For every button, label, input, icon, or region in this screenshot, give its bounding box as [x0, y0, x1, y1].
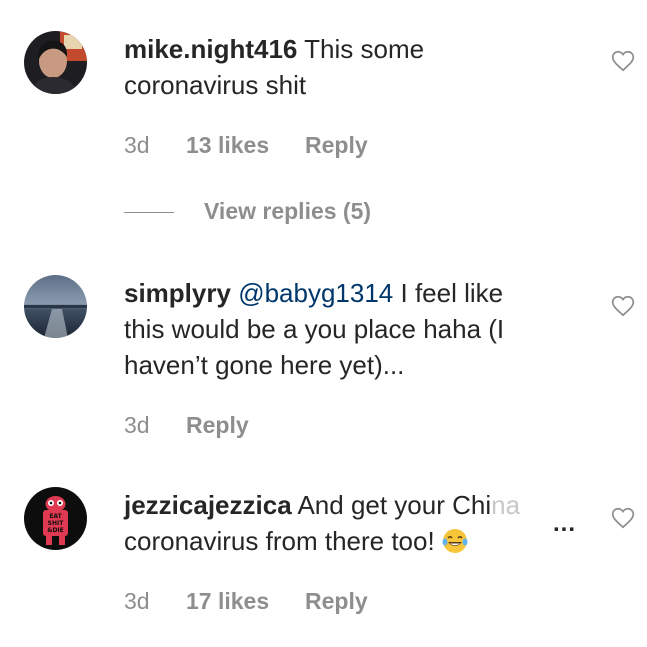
svg-text:&DIE: &DIE	[47, 527, 64, 534]
comment-body-cont: coronavirus from there too!	[124, 526, 435, 556]
comment-meta: 3d Reply	[124, 412, 249, 439]
timestamp: 3d	[124, 588, 150, 614]
comment-text: simplyry @babyg1314 I feel like this wou…	[124, 275, 574, 383]
svg-text:SHIT: SHIT	[48, 520, 65, 527]
svg-text:EAT: EAT	[49, 513, 62, 520]
view-replies-button[interactable]: View replies (5)	[124, 198, 371, 225]
timestamp: 3d	[124, 132, 150, 158]
comment-body: This some	[304, 34, 425, 64]
avatar[interactable]	[24, 31, 87, 94]
comment-body: I feel like	[400, 278, 504, 308]
mention-link[interactable]: @babyg1314	[238, 278, 393, 308]
username[interactable]: jezzicajezzica	[124, 490, 292, 520]
comment-body-cont: coronavirus shit	[124, 70, 307, 100]
avatar[interactable]	[24, 275, 87, 338]
likes-count[interactable]: 17 likes	[186, 588, 305, 615]
reply-button[interactable]: Reply	[305, 588, 368, 615]
username[interactable]: simplyry	[124, 278, 231, 308]
heart-icon[interactable]	[610, 293, 636, 319]
likes-count[interactable]: 13 likes	[186, 132, 305, 159]
heart-icon[interactable]	[610, 505, 636, 531]
view-replies-label: View replies (5)	[204, 198, 372, 224]
comment-body: And get your Chi	[297, 490, 492, 520]
reply-button[interactable]: Reply	[305, 132, 368, 159]
comment-body-cont: this would be a you place haha (I	[124, 314, 505, 344]
comment-body-truncated: na	[491, 490, 521, 520]
comment-meta: 3d 13 likes Reply	[124, 132, 368, 159]
heart-icon[interactable]	[610, 48, 636, 74]
comment-text: mike.night416 This some coronavirus shit	[124, 31, 574, 103]
comment-text: jezzicajezzica And get your China corona…	[124, 487, 574, 559]
avatar[interactable]: EAT SHIT &DIE	[24, 487, 87, 550]
reply-button[interactable]: Reply	[186, 412, 249, 439]
comment-body-cont: haven’t gone here yet)...	[124, 350, 405, 380]
username[interactable]: mike.night416	[124, 34, 297, 64]
divider-line	[124, 212, 174, 214]
more-options-button[interactable]: ...	[553, 512, 576, 536]
comment-meta: 3d 17 likes Reply	[124, 588, 368, 615]
timestamp: 3d	[124, 412, 150, 438]
laughing-tears-emoji-icon	[442, 529, 468, 553]
